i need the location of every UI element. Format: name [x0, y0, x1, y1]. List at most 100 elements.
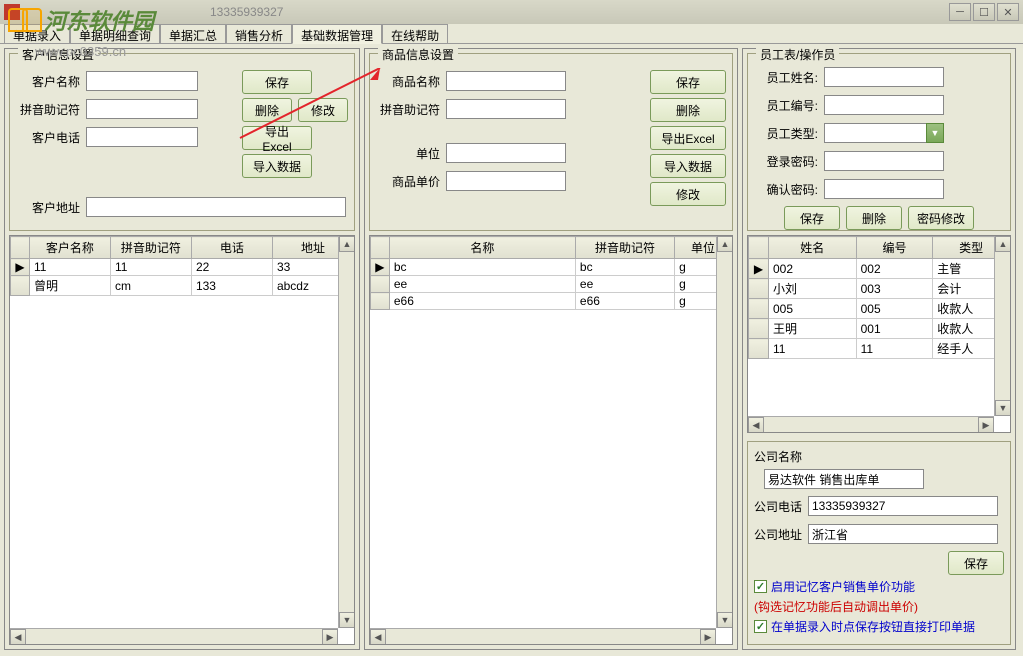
product-pinyin-label: 拼音助记符 — [376, 101, 440, 118]
scrollbar-vertical[interactable]: ▲ ▼ — [716, 236, 732, 628]
product-import-button[interactable]: 导入数据 — [650, 154, 726, 178]
option-note: (钩选记忆功能后自动调出单价) — [754, 598, 1004, 615]
tab-base-data[interactable]: 基础数据管理 — [292, 24, 382, 44]
product-price-label: 商品单价 — [376, 173, 440, 190]
minimize-button[interactable]: ─ — [949, 3, 971, 21]
customer-address-input[interactable] — [86, 197, 346, 217]
scroll-up-icon[interactable]: ▲ — [995, 236, 1011, 252]
customer-table[interactable]: 客户名称 拼音助记符 电话 地址 ▶ 11 11 22 33 曾明 cm 133 — [9, 235, 355, 645]
scroll-up-icon[interactable]: ▲ — [339, 236, 355, 252]
scroll-right-icon[interactable]: ▶ — [322, 629, 338, 645]
row-indicator-header — [749, 237, 769, 259]
option-memory-price[interactable]: ✓ 启用记忆客户销售单价功能 — [754, 578, 1004, 595]
company-save-button[interactable]: 保存 — [948, 551, 1004, 575]
table-row[interactable]: ▶ 11 11 22 33 — [11, 259, 354, 276]
checkbox-icon[interactable]: ✓ — [754, 580, 767, 593]
col-customer-phone[interactable]: 电话 — [191, 237, 272, 259]
company-phone-input[interactable] — [808, 496, 998, 516]
company-name-input[interactable] — [764, 469, 924, 489]
customer-modify-button[interactable]: 修改 — [298, 98, 348, 122]
col-customer-name[interactable]: 客户名称 — [29, 237, 110, 259]
table-row[interactable]: 005005收款人 — [749, 299, 1010, 319]
employee-changepwd-button[interactable]: 密码修改 — [908, 206, 974, 230]
col-customer-pinyin[interactable]: 拼音助记符 — [110, 237, 191, 259]
watermark: www.pc0359.cn — [35, 44, 126, 59]
customer-address-label: 客户地址 — [16, 199, 80, 216]
employee-name-input[interactable] — [824, 67, 944, 87]
table-row[interactable]: ▶002002主管 — [749, 259, 1010, 279]
table-row[interactable]: 小刘003会计 — [749, 279, 1010, 299]
company-address-input[interactable] — [808, 524, 998, 544]
table-row[interactable]: 1111经手人 — [749, 339, 1010, 359]
scroll-left-icon[interactable]: ◀ — [370, 629, 386, 645]
col-emp-id[interactable]: 编号 — [856, 237, 933, 259]
col-emp-name[interactable]: 姓名 — [768, 237, 856, 259]
row-indicator: ▶ — [371, 259, 390, 276]
scroll-left-icon[interactable]: ◀ — [748, 417, 764, 433]
scrollbar-horizontal[interactable]: ◀ ▶ — [748, 416, 994, 432]
row-indicator-header — [11, 237, 30, 259]
employee-pwd2-input[interactable] — [824, 179, 944, 199]
product-name-input[interactable] — [446, 71, 566, 91]
customer-name-label: 客户名称 — [16, 73, 80, 90]
employee-save-button[interactable]: 保存 — [784, 206, 840, 230]
col-product-pinyin[interactable]: 拼音助记符 — [575, 237, 674, 259]
product-panel: 商品信息设置 商品名称 拼音助记符 单位 — [364, 48, 738, 650]
table-row[interactable]: ▶ bc bc g — [371, 259, 732, 276]
employee-delete-button[interactable]: 删除 — [846, 206, 902, 230]
option-print-on-save[interactable]: ✓ 在单据录入时点保存按钮直接打印单据 — [754, 618, 1004, 635]
product-table[interactable]: 名称 拼音助记符 单位 ▶ bc bc g ee ee g — [369, 235, 733, 645]
scrollbar-horizontal[interactable]: ◀ ▶ — [10, 628, 338, 644]
scroll-down-icon[interactable]: ▼ — [717, 612, 733, 628]
chevron-down-icon[interactable]: ▼ — [926, 123, 944, 143]
scroll-left-icon[interactable]: ◀ — [10, 629, 26, 645]
scroll-right-icon[interactable]: ▶ — [700, 629, 716, 645]
employee-id-label: 员工编号: — [754, 97, 818, 114]
product-name-label: 商品名称 — [376, 73, 440, 90]
product-save-button[interactable]: 保存 — [650, 70, 726, 94]
table-row[interactable]: 王明001收款人 — [749, 319, 1010, 339]
employee-id-input[interactable] — [824, 95, 944, 115]
company-phone-label: 公司电话 — [754, 498, 808, 515]
checkbox-icon[interactable]: ✓ — [754, 620, 767, 633]
employee-table[interactable]: 姓名 编号 类型 ▶002002主管 小刘003会计 005005收款人 王明0… — [747, 235, 1011, 433]
scroll-up-icon[interactable]: ▲ — [717, 236, 733, 252]
col-product-name[interactable]: 名称 — [389, 237, 575, 259]
employee-panel: 员工表/操作员 员工姓名: 员工编号: 员工类型: ▼ — [742, 48, 1016, 650]
customer-export-button[interactable]: 导出Excel — [242, 126, 312, 150]
row-indicator — [371, 293, 390, 310]
employee-form-title: 员工表/操作员 — [756, 46, 839, 63]
customer-name-input[interactable] — [86, 71, 198, 91]
scroll-down-icon[interactable]: ▼ — [339, 612, 355, 628]
customer-pinyin-input[interactable] — [86, 99, 198, 119]
customer-phone-input[interactable] — [86, 127, 198, 147]
employee-pwd-input[interactable] — [824, 151, 944, 171]
tab-sales-analysis[interactable]: 销售分析 — [226, 24, 292, 43]
close-button[interactable]: ✕ — [997, 3, 1019, 21]
tab-help[interactable]: 在线帮助 — [382, 24, 448, 43]
customer-delete-button[interactable]: 删除 — [242, 98, 292, 122]
scroll-down-icon[interactable]: ▼ — [995, 400, 1011, 416]
product-price-input[interactable] — [446, 171, 566, 191]
table-row[interactable]: 曾明 cm 133 abcdz — [11, 276, 354, 296]
table-row[interactable]: e66 e66 g — [371, 293, 732, 310]
scroll-right-icon[interactable]: ▶ — [978, 417, 994, 433]
titlebar-text: 13335939327 — [210, 5, 283, 19]
product-pinyin-input[interactable] — [446, 99, 566, 119]
maximize-button[interactable]: ☐ — [973, 3, 995, 21]
customer-save-button[interactable]: 保存 — [242, 70, 312, 94]
product-export-button[interactable]: 导出Excel — [650, 126, 726, 150]
scrollbar-vertical[interactable]: ▲ ▼ — [994, 236, 1010, 416]
scrollbar-vertical[interactable]: ▲ ▼ — [338, 236, 354, 628]
customer-import-button[interactable]: 导入数据 — [242, 154, 312, 178]
row-indicator-header — [371, 237, 390, 259]
product-unit-label: 单位 — [376, 145, 440, 162]
product-unit-input[interactable] — [446, 143, 566, 163]
product-delete-button[interactable]: 删除 — [650, 98, 726, 122]
scrollbar-horizontal[interactable]: ◀ ▶ — [370, 628, 716, 644]
tab-summary[interactable]: 单据汇总 — [160, 24, 226, 43]
table-row[interactable]: ee ee g — [371, 276, 732, 293]
employee-type-label: 员工类型: — [754, 125, 818, 142]
row-indicator — [11, 276, 30, 296]
product-modify-button[interactable]: 修改 — [650, 182, 726, 206]
